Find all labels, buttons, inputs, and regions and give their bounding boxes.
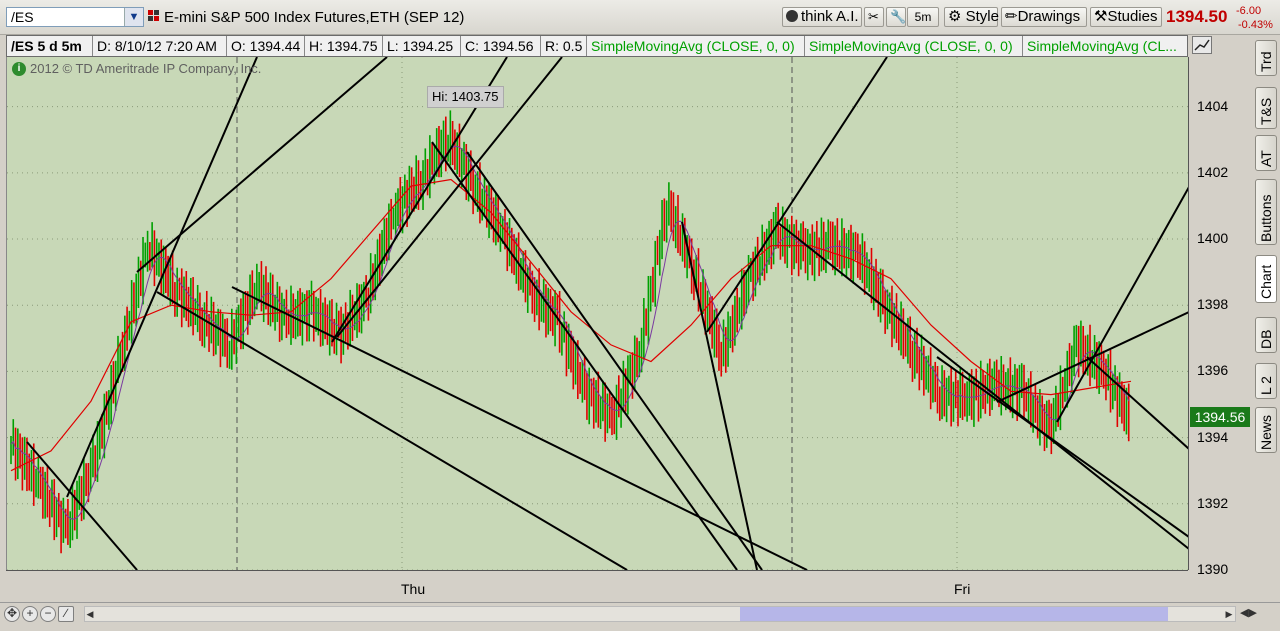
tab-time-sales[interactable]: T&S <box>1255 87 1277 129</box>
trendline <box>231 286 808 570</box>
side-tab-bar: Trd T&S AT Buttons Chart DB L 2 News <box>1253 35 1280 602</box>
price-axis[interactable]: 1404 1402 1400 1398 1396 1394 1392 1390 <box>1188 57 1252 577</box>
timeframe-button[interactable]: 5m <box>907 7 939 27</box>
zoom-out-icon[interactable]: − <box>40 606 56 622</box>
trendline <box>156 291 628 570</box>
info-open: O: 1394.44 <box>227 36 305 56</box>
symbol-text: /ES <box>11 9 34 25</box>
think-ai-label: think A.I. <box>801 8 859 25</box>
trendline <box>136 57 388 273</box>
price-change: -6.00 <box>1236 5 1262 17</box>
instrument-title: E-mini S&P 500 Index Futures,ETH (SEP 12… <box>164 9 465 26</box>
symbol-input[interactable]: /ES ▼ <box>6 7 144 27</box>
trendline <box>66 57 258 498</box>
tab-buttons[interactable]: Buttons <box>1255 179 1277 245</box>
info-close: C: 1394.56 <box>461 36 541 56</box>
price-change-pct: -0.43% <box>1238 19 1273 31</box>
scroll-left-icon[interactable]: ◀ <box>84 606 96 622</box>
trendline <box>1056 186 1189 423</box>
tab-at-label: AT <box>1258 150 1274 167</box>
tab-trd[interactable]: Trd <box>1255 40 1277 76</box>
chart-canvas <box>7 57 1189 570</box>
last-price-marker: 1394.56 <box>1190 407 1250 427</box>
instrument-grid-icon[interactable] <box>148 10 160 22</box>
copyright-text: 2012 © TD Ameritrade IP Company, Inc. <box>30 61 262 76</box>
high-label: Hi: 1403.75 <box>427 86 504 108</box>
trendline <box>466 151 763 570</box>
tab-chart-label: Chart <box>1258 264 1274 299</box>
study-sma-2[interactable]: SimpleMovingAvg (CLOSE, 0, 0) <box>805 36 1023 56</box>
eye-icon <box>786 10 798 22</box>
trendline <box>706 57 888 333</box>
trendline <box>431 141 738 570</box>
last-price: 1394.50 <box>1166 7 1228 26</box>
flask-icon: ⚒ <box>1094 8 1108 25</box>
drawings-label: Drawings <box>1017 8 1081 25</box>
chart-settings-glyph <box>1194 39 1210 51</box>
tab-level2[interactable]: L 2 <box>1255 363 1277 399</box>
tab-buttons-label: Buttons <box>1258 194 1274 242</box>
info-icon: i <box>12 62 26 76</box>
draw-line-icon[interactable]: ∕ <box>58 606 74 622</box>
tab-news-label: News <box>1258 414 1274 450</box>
x-tick-fri: Fri <box>954 581 971 597</box>
y-tick-label: 1394 <box>1197 428 1229 445</box>
studies-label: Studies <box>1107 8 1158 25</box>
chart-bottom-bar: ✥ + − ∕ ◀ ▶ ◀▶ <box>0 602 1280 631</box>
pan-icon[interactable]: ✥ <box>4 606 20 622</box>
style-label: Style <box>965 8 999 25</box>
study-sma-3[interactable]: SimpleMovingAvg (CL... <box>1023 36 1187 56</box>
tab-trd-label: Trd <box>1258 51 1274 72</box>
tab-news[interactable]: News <box>1255 407 1277 453</box>
y-tick-label: 1402 <box>1197 163 1229 180</box>
chart-settings-icon[interactable] <box>1192 36 1212 54</box>
tab-db-label: DB <box>1258 329 1274 349</box>
tab-time-sales-label: T&S <box>1258 97 1274 125</box>
scrollbar-thumb[interactable] <box>740 607 1168 621</box>
sma-slow-line <box>10 178 1132 472</box>
tab-chart[interactable]: Chart <box>1255 255 1277 303</box>
think-ai-button[interactable]: think A.I. <box>782 7 862 27</box>
tab-at[interactable]: AT <box>1255 135 1277 171</box>
pencil-icon: ✏ <box>1005 8 1018 25</box>
tab-db[interactable]: DB <box>1255 317 1277 353</box>
gear-icon: ⚙ <box>948 8 962 25</box>
chart-toolbar: /ES ▼ E-mini S&P 500 Index Futures,ETH (… <box>0 0 1280 35</box>
wrench-icon[interactable]: 🔧 <box>886 7 906 27</box>
time-axis[interactable]: Thu Fri <box>6 570 1188 602</box>
zoom-in-icon[interactable]: + <box>22 606 38 622</box>
y-tick-label: 1396 <box>1197 362 1229 379</box>
crosshair-tool-icon[interactable]: ✂ <box>864 7 884 27</box>
y-tick-label: 1392 <box>1197 494 1229 511</box>
scroll-right-icon[interactable]: ▶ <box>1222 606 1236 622</box>
studies-button[interactable]: ⚒Studies <box>1090 7 1162 27</box>
info-high: H: 1394.75 <box>305 36 383 56</box>
info-symbol-period: /ES 5 d 5m <box>7 36 93 56</box>
x-tick-thu: Thu <box>401 581 426 597</box>
y-tick-label: 1390 <box>1197 561 1229 577</box>
y-tick-label: 1400 <box>1197 230 1229 247</box>
symbol-dropdown-icon[interactable]: ▼ <box>124 8 143 26</box>
y-tick-label: 1398 <box>1197 296 1229 313</box>
info-date: D: 8/10/12 7:20 AM <box>93 36 227 56</box>
sma-fast-line <box>10 145 1130 520</box>
drawings-button[interactable]: ✏Drawings <box>1001 7 1087 27</box>
y-tick-label: 1404 <box>1197 97 1229 114</box>
price-chart[interactable] <box>6 57 1189 570</box>
trendline <box>776 221 1189 550</box>
info-low: L: 1394.25 <box>383 36 461 56</box>
info-range: R: 0.5 <box>541 36 587 56</box>
tab-level2-label: L 2 <box>1258 376 1274 395</box>
style-button[interactable]: ⚙ Style <box>944 7 999 27</box>
study-sma-1[interactable]: SimpleMovingAvg (CLOSE, 0, 0) <box>587 36 805 56</box>
chart-info-bar: /ES 5 d 5m D: 8/10/12 7:20 AM O: 1394.44… <box>6 35 1188 57</box>
trendline <box>1086 356 1189 450</box>
expand-icon[interactable]: ◀▶ <box>1240 606 1257 622</box>
